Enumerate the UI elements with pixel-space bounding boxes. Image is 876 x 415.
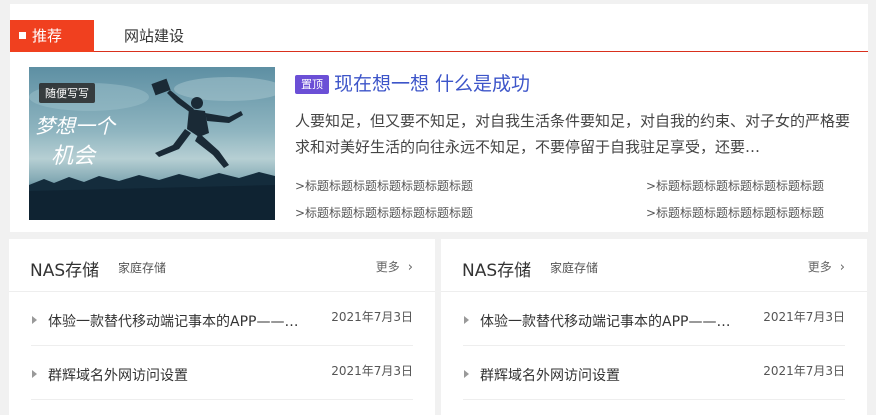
tab-bar: 推荐 网站建设 (10, 20, 868, 52)
more-label: 更多 (375, 260, 400, 274)
panel-title: NAS存储 (30, 261, 100, 281)
row-divider (31, 399, 413, 400)
square-icon (19, 32, 26, 39)
chevron-right-icon: › (407, 260, 413, 275)
list-item-date: 2021年7月3日 (331, 310, 413, 324)
panel-subcategory-link[interactable]: 家庭存储 (550, 259, 598, 276)
list-item-title[interactable]: 群辉域名外网访问设置 (48, 365, 303, 385)
image-calligraphy-line2: 机会 (51, 144, 97, 169)
chevron-right-icon: › (839, 260, 845, 275)
title-link-3[interactable]: >标题标题标题标题标题标题标题 (295, 204, 473, 222)
triangle-bullet-icon (464, 316, 469, 324)
list-item-date: 2021年7月3日 (763, 310, 845, 324)
more-label: 更多 (807, 260, 832, 274)
list-item[interactable]: 体验一款替代移动端记事本的APP——Memos 2021年7月3日 (9, 292, 435, 346)
list-item-title[interactable]: 体验一款替代移动端记事本的APP——Memos (48, 311, 303, 331)
triangle-bullet-icon (32, 316, 37, 324)
more-link[interactable]: 更多 › (376, 258, 413, 275)
list-item-date: 2021年7月3日 (763, 364, 845, 378)
title-link-1[interactable]: >标题标题标题标题标题标题标题 (295, 177, 473, 195)
nas-storage-panel-right: NAS存储 家庭存储 更多 › 体验一款替代移动端记事本的APP——Memos 2… (441, 239, 867, 415)
title-link-4[interactable]: >标题标题标题标题标题标题标题 (646, 204, 824, 222)
row-divider (463, 399, 845, 400)
tab-website-building[interactable]: 网站建设 (124, 20, 184, 52)
list-item-title[interactable]: 体验一款替代移动端记事本的APP——Memos (480, 311, 735, 331)
list-item[interactable]: 群辉域名外网访问设置 2021年7月3日 (9, 346, 435, 400)
list-item-date: 2021年7月3日 (331, 364, 413, 378)
list-item[interactable]: 群辉域名外网访问设置 2021年7月3日 (441, 346, 867, 400)
triangle-bullet-icon (32, 370, 37, 378)
featured-article-title[interactable]: 现在想一想 什么是成功 (334, 70, 530, 98)
tab-recommend-label: 推荐 (32, 27, 63, 45)
image-calligraphy-line1: 梦想一个 (35, 114, 117, 138)
panel-subcategory-link[interactable]: 家庭存储 (118, 259, 166, 276)
more-link[interactable]: 更多 › (808, 258, 845, 275)
feature-image[interactable]: 梦想一个 机会 随便写写 (29, 67, 275, 220)
featured-article-summary: 人要知足，但又要不知足，对自我生活条件要知足，对自我的约束、对子女的严格要求和对… (295, 112, 850, 156)
pinned-badge: 置顶 (295, 75, 329, 94)
list-item[interactable]: 体验一款替代移动端记事本的APP——Memos 2021年7月3日 (441, 292, 867, 346)
list-item-title[interactable]: 群辉域名外网访问设置 (480, 365, 735, 385)
image-category-badge: 随便写写 (39, 83, 95, 103)
panel-title: NAS存储 (462, 261, 532, 281)
recommend-panel: 推荐 网站建设 梦想一个 机会 随便写写 置顶 现在想一想 什么是成功 人要知足… (10, 4, 868, 232)
nas-storage-panel-left: NAS存储 家庭存储 更多 › 体验一款替代移动端记事本的APP——Memos 2… (9, 239, 435, 415)
triangle-bullet-icon (464, 370, 469, 378)
tab-recommend[interactable]: 推荐 (10, 20, 94, 52)
title-link-2[interactable]: >标题标题标题标题标题标题标题 (646, 177, 824, 195)
